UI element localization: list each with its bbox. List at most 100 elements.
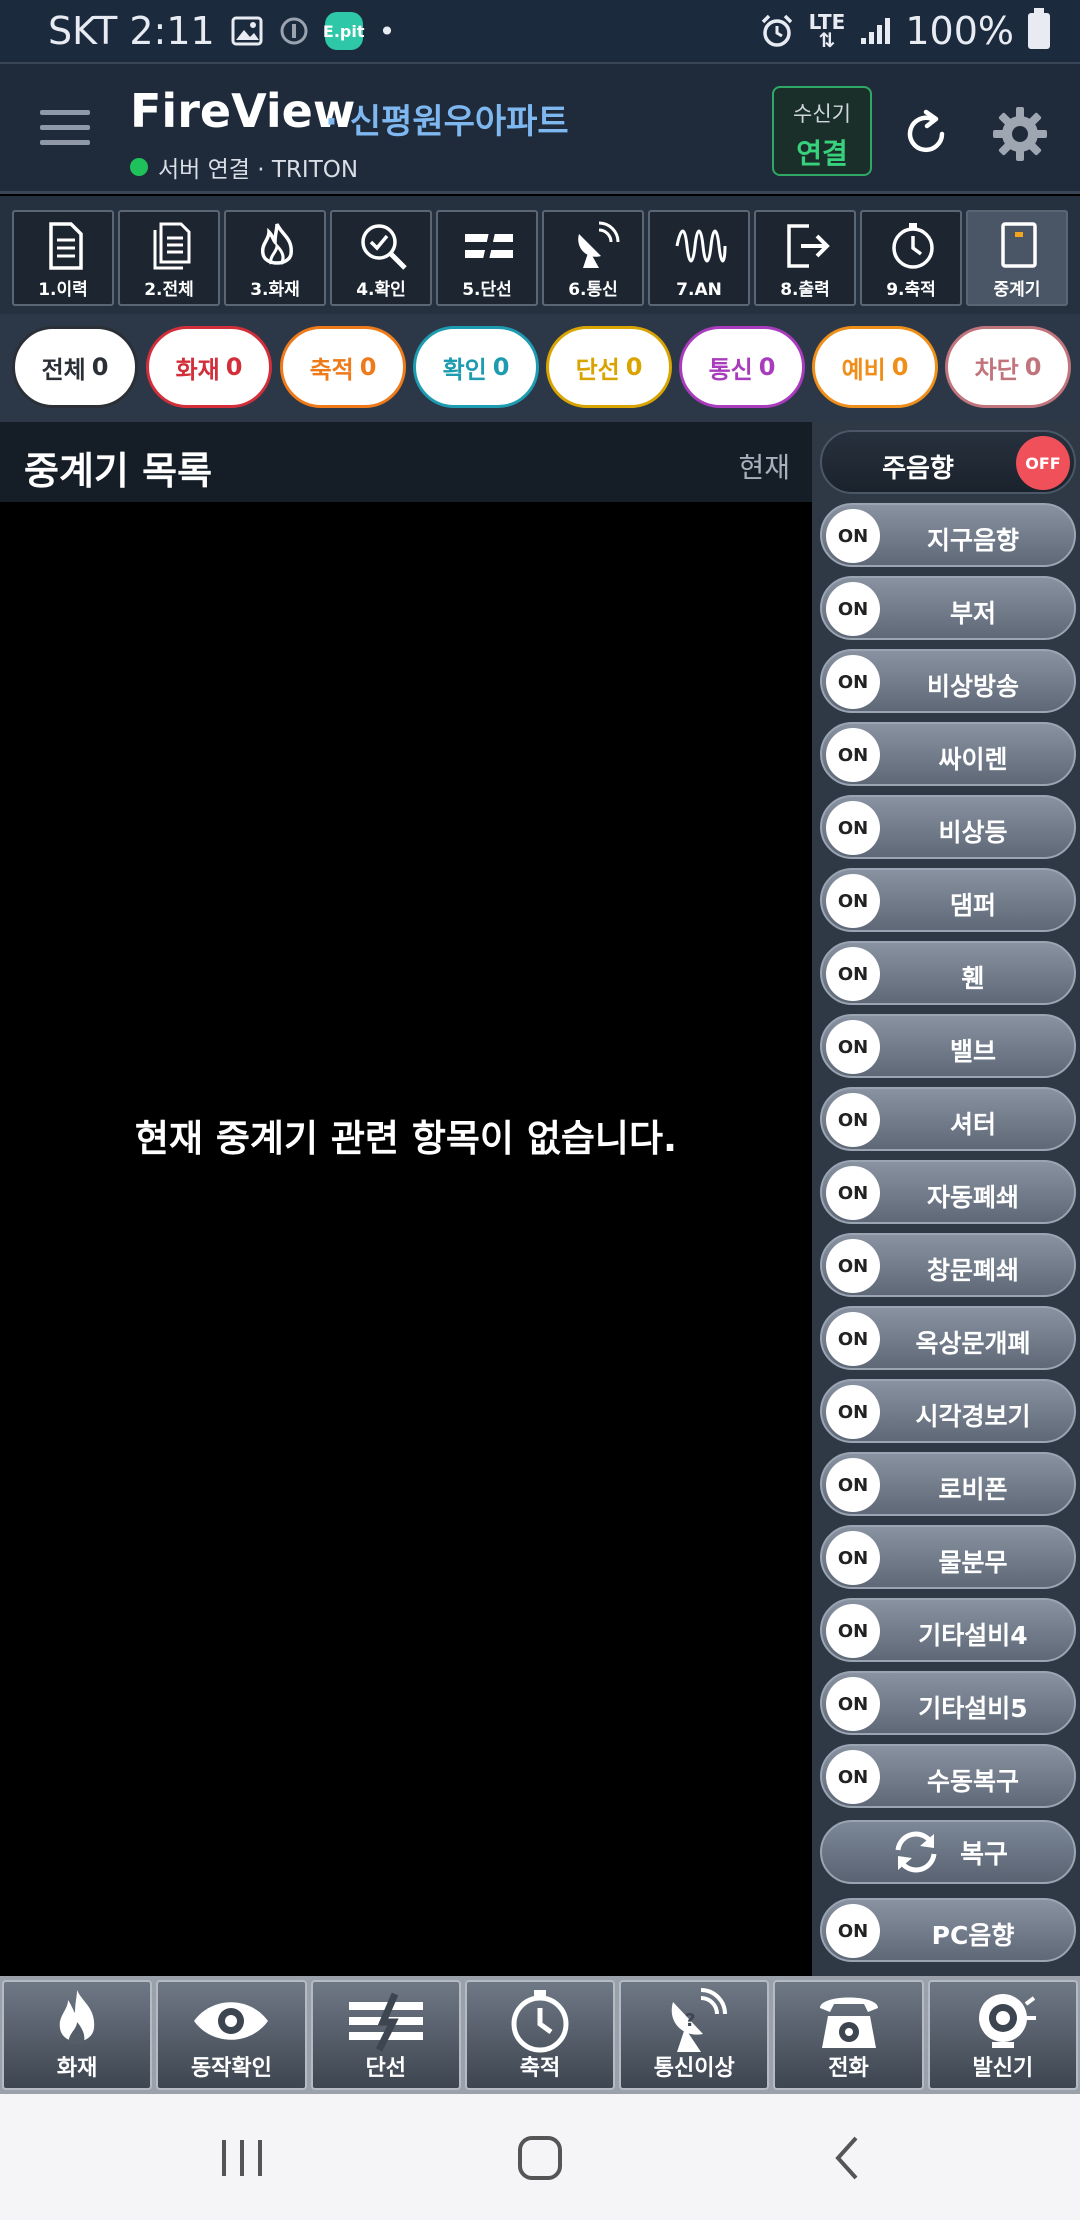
tool-accumulate[interactable]: 9.축적 bbox=[860, 210, 962, 306]
tool-fire[interactable]: 3.화재 bbox=[224, 210, 326, 306]
chip-fire[interactable]: 화재 0 bbox=[146, 326, 272, 408]
recover-button[interactable]: 복구 bbox=[820, 1820, 1076, 1884]
broken-line-icon bbox=[465, 227, 513, 265]
toolbar: 1.이력 2.전체 3.화재 4.확인 5.단선 6.통신 7.AN 8.출력 … bbox=[0, 196, 1080, 314]
list-title: 중계기 목록 bbox=[24, 449, 213, 493]
status-bar: SKT 2:11 E.pit • LTE ⇅ 100% bbox=[0, 0, 1080, 62]
chip-all[interactable]: 전체 0 bbox=[12, 326, 138, 408]
tool-all[interactable]: 2.전체 bbox=[118, 210, 220, 306]
nav-accumulate[interactable]: 축적 bbox=[464, 1980, 616, 2090]
status-dot-icon bbox=[130, 158, 148, 176]
list-header: 중계기 목록 현재 bbox=[0, 422, 812, 502]
tool-label: 중계기 bbox=[993, 280, 1041, 300]
tool-comm[interactable]: 6.통신 bbox=[542, 210, 644, 306]
main-sound-toggle[interactable]: 주음향 OFF bbox=[820, 430, 1076, 494]
tool-label: 5.단선 bbox=[462, 280, 512, 300]
chip-spare[interactable]: 예비 0 bbox=[812, 326, 938, 408]
eye-icon bbox=[194, 2002, 269, 2040]
filter-chips: 전체 0 화재 0 축적 0 확인 0 단선 0 통신 0 예비 0 차단 0 bbox=[0, 314, 1080, 422]
battery-icon bbox=[1028, 8, 1050, 49]
toggle-fan[interactable]: ON 휀 bbox=[820, 941, 1076, 1005]
toggle-shutter[interactable]: ON 셔터 bbox=[820, 1087, 1076, 1151]
empty-message: 현재 중계기 관련 항목이 없습니다. bbox=[134, 1117, 678, 1160]
relay-icon bbox=[1001, 222, 1037, 268]
recover-label: 복구 bbox=[960, 1839, 1008, 1870]
tool-label: 6.통신 bbox=[568, 280, 618, 300]
battery-percent: 100% bbox=[905, 9, 1014, 53]
app-title: FireView bbox=[130, 84, 356, 138]
toggle-window-close[interactable]: ON 창문폐쇄 bbox=[820, 1233, 1076, 1297]
nav-label: 동작확인 bbox=[190, 2056, 272, 2081]
toggle-manual-recover[interactable]: ON 수동복구 bbox=[820, 1744, 1076, 1808]
toggle-rooftop-door[interactable]: ON 옥상문개폐 bbox=[820, 1306, 1076, 1370]
toggle-auto-close[interactable]: ON 자동폐쇄 bbox=[820, 1160, 1076, 1224]
list-subtitle: 현재 bbox=[738, 451, 790, 484]
connection-status: 서버 연결 · TRITON bbox=[130, 150, 358, 184]
check-search-icon bbox=[361, 224, 407, 270]
nav-phone[interactable]: 전화 bbox=[773, 1980, 924, 2090]
tool-output[interactable]: 8.출력 bbox=[754, 210, 856, 306]
tool-an[interactable]: 7.AN bbox=[648, 210, 750, 306]
tool-label: 1.이력 bbox=[38, 280, 88, 300]
svg-text:?: ? bbox=[685, 2010, 695, 2031]
timer-icon bbox=[892, 223, 934, 269]
toggle-water-spray[interactable]: ON 물분무 bbox=[820, 1525, 1076, 1589]
nav-label: 화재 bbox=[56, 2056, 98, 2081]
chip-check[interactable]: 확인 0 bbox=[413, 326, 539, 408]
satellite-icon bbox=[578, 221, 620, 268]
toggle-siren[interactable]: ON 싸이렌 bbox=[820, 722, 1076, 786]
tool-label: 3.화재 bbox=[250, 280, 300, 300]
receiver-label: 수신기 bbox=[793, 102, 851, 126]
nav-label: 단선 bbox=[365, 2056, 406, 2081]
home-icon[interactable] bbox=[510, 2128, 570, 2188]
nav-label: 축적 bbox=[519, 2056, 561, 2081]
timer-icon bbox=[511, 1990, 569, 2053]
site-name: · 신평원우아파트 bbox=[325, 102, 569, 142]
epit-icon: E.pit bbox=[323, 12, 365, 50]
control-panel: 주음향 OFF ON 지구음향 ON 부저 ON 비상방송 ON 싸이렌 ON 비상등 O… bbox=[812, 422, 1080, 1976]
gear-icon[interactable] bbox=[990, 104, 1050, 164]
nav-fire[interactable]: 화재 bbox=[2, 1980, 153, 2090]
toggle-other-5[interactable]: ON 기타설비5 bbox=[820, 1671, 1076, 1735]
tool-label: 7.AN bbox=[676, 280, 722, 300]
chip-accumulate[interactable]: 축적 0 bbox=[280, 326, 406, 408]
chip-comm[interactable]: 통신 0 bbox=[679, 326, 805, 408]
toggle-emergency-light[interactable]: ON 비상등 bbox=[820, 795, 1076, 859]
toggle-zone-sound[interactable]: ON 지구음향 bbox=[820, 503, 1076, 567]
tool-disconnect[interactable]: 5.단선 bbox=[436, 210, 538, 306]
toggle-valve[interactable]: ON 밸브 bbox=[820, 1014, 1076, 1078]
nav-label: 발신기 bbox=[972, 2056, 1034, 2081]
toggle-visual-alarm[interactable]: ON 시각경보기 bbox=[820, 1379, 1076, 1443]
toggle-pc-sound[interactable]: ON PC음향 bbox=[820, 1898, 1076, 1962]
tool-history[interactable]: 1.이력 bbox=[12, 210, 114, 306]
toggle-emergency-broadcast[interactable]: ON 비상방송 bbox=[820, 649, 1076, 713]
tool-relay[interactable]: 중계기 bbox=[966, 210, 1068, 306]
nav-disconnect[interactable]: 단선 bbox=[310, 1980, 461, 2090]
refresh-icon[interactable] bbox=[898, 106, 954, 162]
tool-check[interactable]: 4.확인 bbox=[330, 210, 432, 306]
menu-icon[interactable] bbox=[40, 110, 90, 150]
signal-icon bbox=[859, 16, 891, 46]
wave-icon bbox=[675, 229, 727, 263]
recover-icon bbox=[895, 1831, 937, 1873]
toggle-lobby-phone[interactable]: ON 로비폰 bbox=[820, 1452, 1076, 1516]
recent-apps-icon[interactable] bbox=[212, 2128, 272, 2188]
toggle-buzzer[interactable]: ON 부저 bbox=[820, 576, 1076, 640]
chip-block[interactable]: 차단 0 bbox=[945, 326, 1071, 408]
document-icon bbox=[49, 222, 83, 270]
nav-transmitter[interactable]: 발신기 bbox=[927, 1980, 1078, 2090]
nav-operation-check[interactable]: 동작확인 bbox=[156, 1980, 307, 2090]
chip-disconnect[interactable]: 단선 0 bbox=[546, 326, 672, 408]
back-icon[interactable] bbox=[818, 2128, 878, 2188]
documents-icon bbox=[153, 222, 191, 270]
exit-icon bbox=[787, 224, 830, 268]
fire-icon bbox=[260, 223, 293, 265]
dot-icon: • bbox=[378, 14, 396, 48]
nav-label: 통신이상 bbox=[653, 2056, 735, 2081]
nav-comm-error[interactable]: ? 통신이상 bbox=[619, 1980, 770, 2090]
fire-icon bbox=[59, 1990, 95, 2044]
receiver-status-button[interactable]: 수신기 연결 bbox=[772, 86, 872, 176]
toggle-damper[interactable]: ON 댐퍼 bbox=[820, 868, 1076, 932]
toggle-other-4[interactable]: ON 기타설비4 bbox=[820, 1598, 1076, 1662]
bottom-nav: 화재 동작확인 단선 축적 ? 통신이상 전화 발신기 bbox=[0, 1976, 1080, 2094]
